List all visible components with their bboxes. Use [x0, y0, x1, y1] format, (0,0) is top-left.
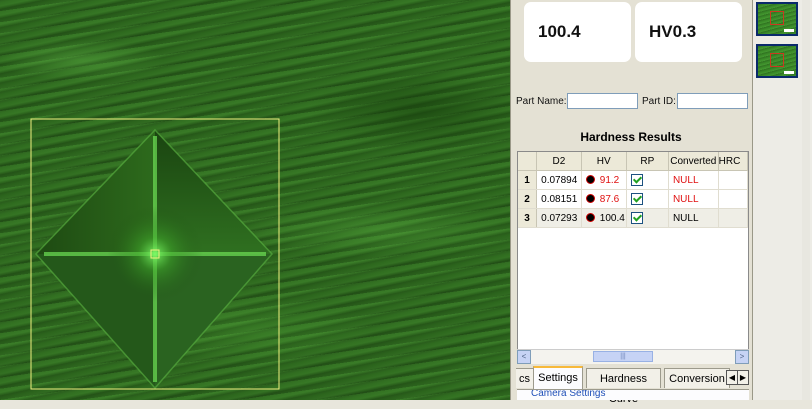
hrc-cell	[718, 208, 748, 228]
col-header-hv[interactable]: HV	[581, 152, 627, 171]
tab-partial[interactable]: cs	[516, 368, 534, 388]
rp-cell[interactable]	[626, 208, 669, 228]
hrc-cell	[718, 170, 748, 190]
tab-conversion[interactable]: Conversion	[664, 368, 730, 388]
hardness-value-card: 100.4	[524, 2, 631, 62]
check-icon[interactable]	[630, 173, 643, 186]
col-header-d2[interactable]: D2	[536, 152, 582, 171]
hardness-value: 100.4	[538, 22, 581, 41]
results-title: Hardness Results	[580, 130, 682, 144]
scroll-left-button[interactable]: <	[517, 350, 531, 364]
point-marker-icon	[585, 174, 595, 184]
d2-cell: 0.07293	[536, 208, 582, 228]
part-id-input[interactable]	[677, 93, 748, 109]
row-number[interactable]: 2	[518, 189, 538, 209]
converted-cell: NULL	[668, 208, 719, 228]
point-marker-icon	[585, 193, 595, 203]
row-number[interactable]: 1	[518, 170, 538, 190]
rp-cell[interactable]	[626, 189, 669, 209]
camera-settings-link[interactable]: Camera Settings	[531, 390, 605, 399]
hv-cell: 87.6	[581, 189, 627, 209]
hardness-results-table[interactable]: D2 HV RP Converted HRC 1 0.07894 91.2 NU…	[517, 151, 749, 363]
table-row[interactable]: 3 0.07293 100.4 NULL	[518, 208, 748, 228]
indentation-overlay	[30, 118, 280, 390]
point-marker-icon	[585, 212, 595, 222]
image-thumbnail-strip	[752, 0, 812, 400]
hrc-cell	[718, 189, 748, 209]
scroll-thumb[interactable]: |||	[593, 351, 653, 362]
tab-hardness-curve[interactable]: Hardness Curve	[586, 368, 661, 405]
settings-panel: Camera Settings	[517, 389, 749, 400]
d2-cell: 0.08151	[536, 189, 582, 209]
tab-settings[interactable]: Settings	[533, 366, 583, 389]
part-name-label: Part Name:	[516, 96, 567, 107]
hv-cell: 91.2	[581, 170, 627, 190]
thumbnail-image[interactable]	[756, 44, 798, 78]
row-number[interactable]: 3	[518, 208, 538, 228]
converted-cell: NULL	[668, 189, 719, 209]
d2-cell: 0.07894	[536, 170, 582, 190]
table-header-row: D2 HV RP Converted HRC	[518, 152, 748, 171]
hv-cell: 100.4	[581, 208, 627, 228]
microscope-view[interactable]	[0, 0, 510, 400]
col-header-rp[interactable]: RP	[626, 152, 669, 171]
table-row[interactable]: 2 0.08151 87.6 NULL	[518, 189, 748, 209]
check-icon[interactable]	[630, 192, 643, 205]
part-name-input[interactable]	[567, 93, 638, 109]
thumbnail-image[interactable]	[756, 2, 798, 36]
scroll-right-button[interactable]: >	[735, 350, 749, 364]
part-id-label: Part ID:	[642, 96, 676, 107]
col-header-hrc[interactable]: HRC	[718, 152, 748, 171]
tab-next-arrow-icon[interactable]: ▶	[737, 370, 749, 385]
thumbnail-scrollbar[interactable]	[802, 0, 810, 400]
table-horizontal-scrollbar[interactable]: < ||| >	[517, 349, 749, 364]
col-header-rownum	[518, 152, 538, 171]
col-header-converted[interactable]: Converted	[668, 152, 719, 171]
indent-center-glow	[107, 206, 203, 302]
converted-cell: NULL	[668, 170, 719, 190]
hardness-scale-card: HV0.3	[635, 2, 742, 62]
table-row[interactable]: 1 0.07894 91.2 NULL	[518, 170, 748, 190]
rp-cell[interactable]	[626, 170, 669, 190]
check-icon[interactable]	[630, 211, 643, 224]
grip-icon: |||	[620, 353, 626, 360]
hardness-scale: HV0.3	[649, 22, 697, 41]
